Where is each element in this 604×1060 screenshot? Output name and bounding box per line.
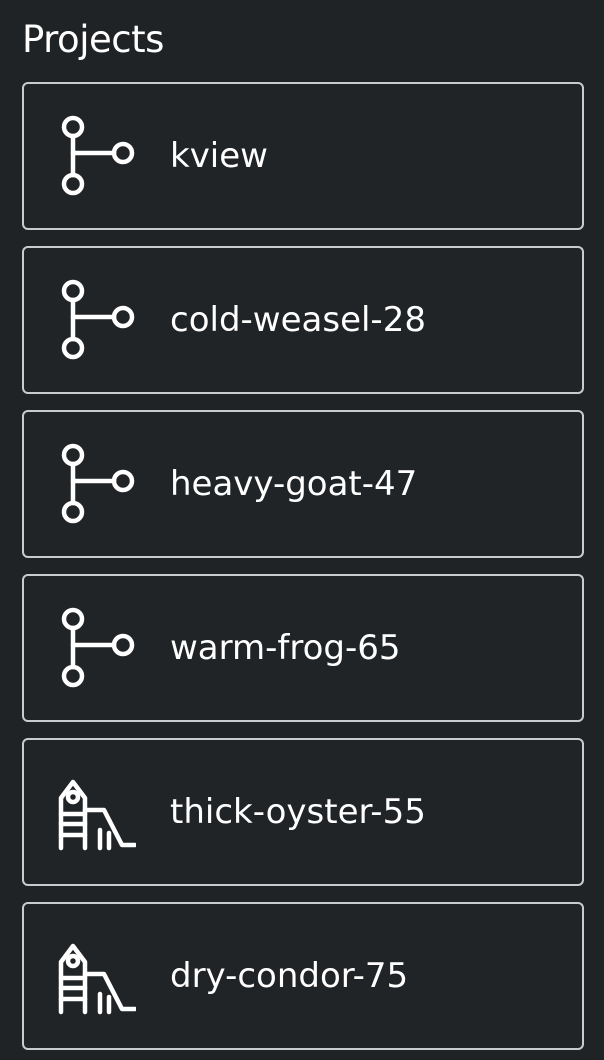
project-name: heavy-goat-47: [170, 464, 418, 504]
playground-slide-icon: [52, 934, 136, 1018]
project-name: thick-oyster-55: [170, 792, 426, 832]
project-card-dry-condor-75[interactable]: dry-condor-75: [22, 902, 584, 1050]
project-list: kview cold-weasel-28 heavy-goat-47 warm-…: [22, 82, 584, 1060]
project-name: warm-frog-65: [170, 628, 401, 668]
git-branch-icon: [52, 114, 136, 198]
project-card-cold-weasel-28[interactable]: cold-weasel-28: [22, 246, 584, 394]
project-name: cold-weasel-28: [170, 300, 426, 340]
page-title: Projects: [22, 18, 164, 61]
project-name: dry-condor-75: [170, 956, 409, 996]
playground-slide-icon: [52, 770, 136, 854]
project-card-heavy-goat-47[interactable]: heavy-goat-47: [22, 410, 584, 558]
project-name: kview: [170, 136, 268, 176]
project-card-kview[interactable]: kview: [22, 82, 584, 230]
project-card-warm-frog-65[interactable]: warm-frog-65: [22, 574, 584, 722]
git-branch-icon: [52, 606, 136, 690]
git-branch-icon: [52, 278, 136, 362]
git-branch-icon: [52, 442, 136, 526]
project-card-thick-oyster-55[interactable]: thick-oyster-55: [22, 738, 584, 886]
